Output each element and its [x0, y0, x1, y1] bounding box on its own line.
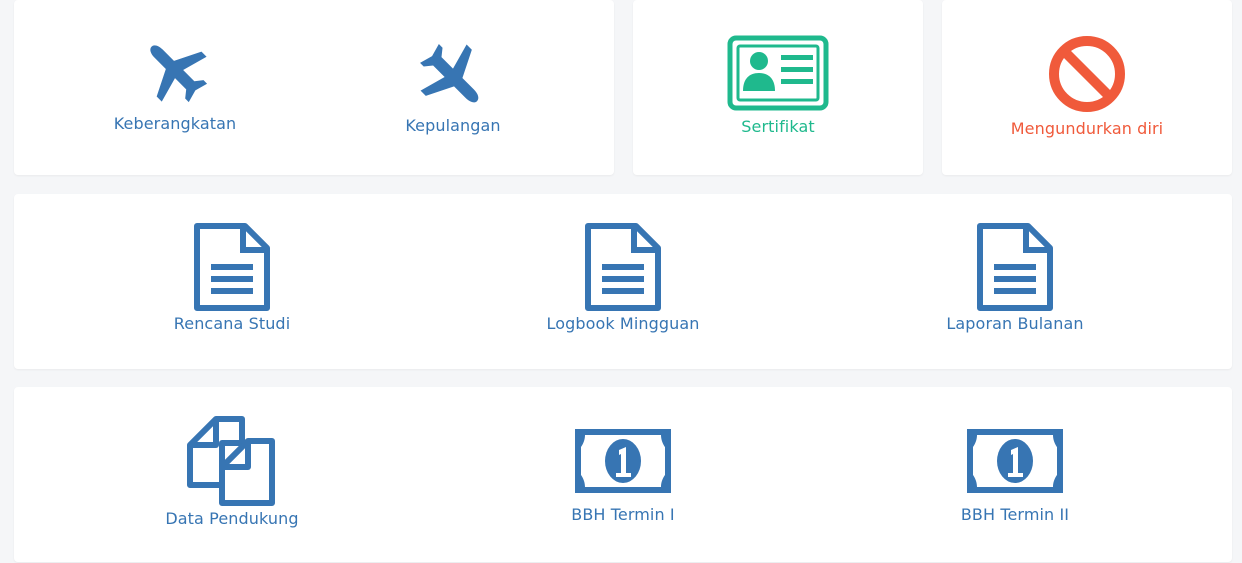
finance-label: BBH Termin I: [571, 505, 675, 524]
finance-tile-bbh-termin-1[interactable]: BBH Termin I: [533, 429, 713, 524]
finance-tile-bbh-termin-2[interactable]: BBH Termin II: [925, 429, 1105, 524]
return-tile[interactable]: Kepulangan: [392, 40, 514, 135]
plane-arrival-icon: [416, 40, 490, 114]
report-tile-weekly-logbook[interactable]: Logbook Mingguan: [533, 222, 713, 333]
id-card-icon: [727, 35, 829, 111]
resign-tile[interactable]: Mengundurkan diri: [997, 35, 1177, 138]
report-label: Rencana Studi: [173, 314, 291, 333]
finance-label: Data Pendukung: [165, 509, 299, 528]
report-label: Logbook Mingguan: [546, 314, 700, 333]
finance-label: BBH Termin II: [960, 505, 1070, 524]
finance-card: Data Pendukung BBH Termin I BBH Termin I…: [14, 387, 1232, 562]
report-tile-monthly-report[interactable]: Laporan Bulanan: [925, 222, 1105, 333]
report-label: Laporan Bulanan: [946, 314, 1084, 333]
travel-card: Keberangkatan Kepulangan: [14, 0, 614, 175]
ban-icon: [1048, 35, 1126, 113]
plane-departure-icon: [139, 34, 211, 106]
document-icon: [193, 222, 271, 312]
finance-tile-supporting-data[interactable]: Data Pendukung: [142, 415, 322, 528]
departure-tile[interactable]: Keberangkatan: [114, 34, 236, 133]
document-icon: [976, 222, 1054, 312]
reports-card: Rencana Studi Logbook Mingguan Laporan B…: [14, 194, 1232, 369]
return-label: Kepulangan: [405, 116, 501, 135]
money-bill-icon: [575, 429, 671, 493]
resign-card[interactable]: Mengundurkan diri: [942, 0, 1232, 175]
departure-label: Keberangkatan: [113, 114, 237, 133]
money-bill-icon: [967, 429, 1063, 493]
certificate-tile[interactable]: Sertifikat: [718, 35, 838, 136]
resign-label: Mengundurkan diri: [1010, 119, 1164, 138]
copy-files-icon: [186, 415, 278, 507]
report-tile-study-plan[interactable]: Rencana Studi: [152, 222, 312, 333]
certificate-card[interactable]: Sertifikat: [633, 0, 923, 175]
certificate-label: Sertifikat: [741, 117, 815, 136]
document-icon: [584, 222, 662, 312]
